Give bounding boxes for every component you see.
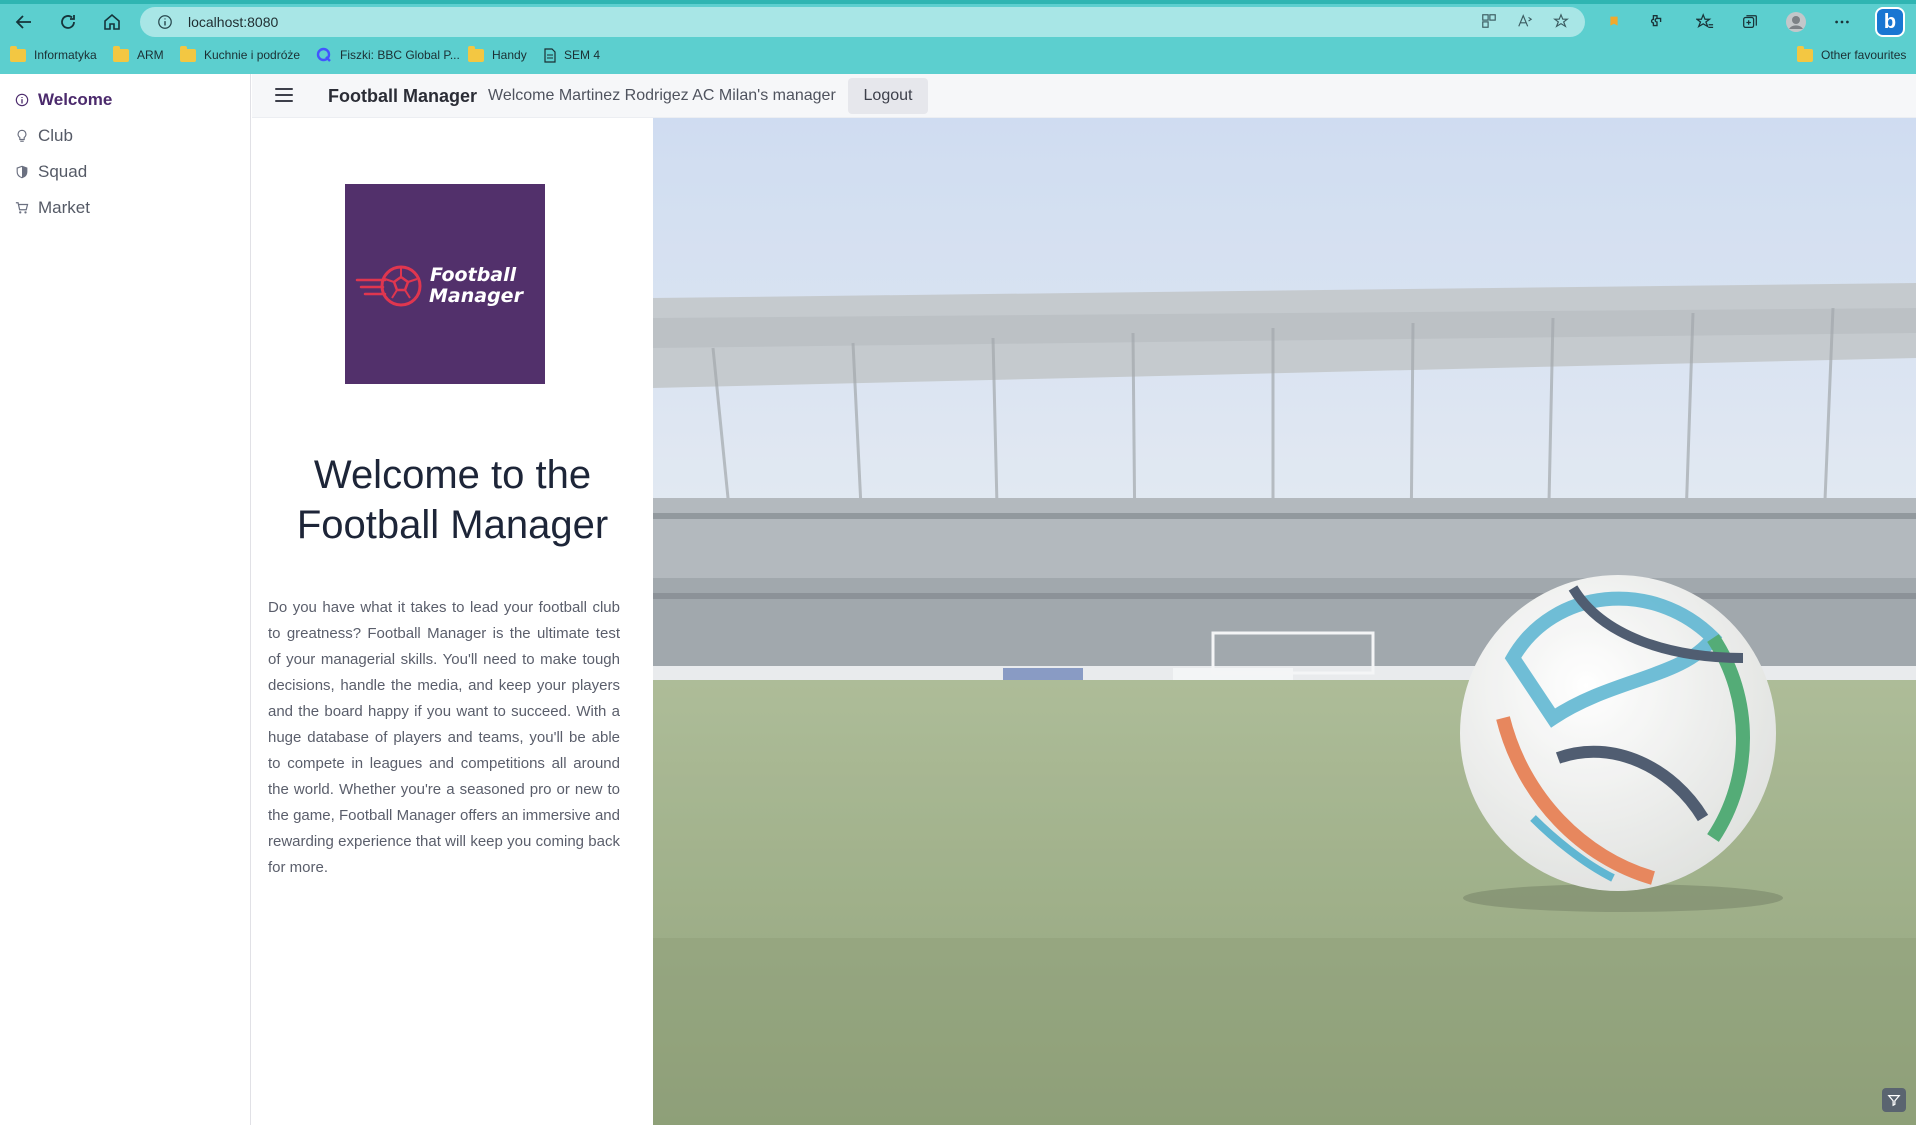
shield-icon xyxy=(14,164,30,180)
bookmark-label: Fiszki: BBC Global P... xyxy=(340,48,460,62)
other-favourites[interactable]: Other favourites xyxy=(1797,44,1906,66)
bookmark-label: Informatyka xyxy=(34,48,97,62)
tab-strip-edge xyxy=(0,0,1916,4)
bookmark-fiszki[interactable]: Fiszki: BBC Global P... xyxy=(316,44,460,66)
refresh-button[interactable] xyxy=(55,9,81,35)
bookmark-label: Other favourites xyxy=(1821,48,1907,62)
sidebar-item-welcome[interactable]: Welcome xyxy=(14,88,112,112)
folder-icon xyxy=(113,45,129,62)
info-icon xyxy=(14,92,30,108)
sidebar: Welcome Club Squad Market xyxy=(0,74,251,1125)
lightbulb-icon xyxy=(14,128,30,144)
app-header: Football Manager Welcome Martinez Rodrig… xyxy=(252,74,1916,118)
sidebar-item-label: Squad xyxy=(38,162,88,181)
home-icon xyxy=(104,13,120,30)
bookmark-label: Kuchnie i podróże xyxy=(204,48,301,62)
bookmark-handy[interactable]: Handy xyxy=(468,44,527,66)
site-info-icon[interactable] xyxy=(156,13,174,31)
back-button[interactable] xyxy=(11,9,37,35)
browser-toolbar: localhost:8080 b Informatyka ARM Kuchnie… xyxy=(0,0,1916,74)
football-manager-logo: Football Manager xyxy=(345,184,545,384)
refresh-icon xyxy=(61,15,75,29)
logout-button[interactable]: Logout xyxy=(848,78,928,114)
address-bar[interactable]: localhost:8080 xyxy=(140,7,1585,37)
welcome-message: Welcome Martinez Rodrigez AC Milan's man… xyxy=(488,87,836,104)
sidebar-item-label: Market xyxy=(38,198,90,217)
folder-icon xyxy=(1797,45,1813,62)
logo-text-line2: Manager xyxy=(429,285,525,307)
filter-icon[interactable] xyxy=(1882,1088,1906,1112)
sidebar-item-club[interactable]: Club xyxy=(14,124,73,148)
menu-toggle-icon[interactable] xyxy=(274,86,294,104)
sidebar-item-squad[interactable]: Squad xyxy=(14,160,87,184)
bookmarks-bar: Informatyka ARM Kuchnie i podróże Fiszki… xyxy=(0,44,1916,66)
folder-icon xyxy=(468,45,484,62)
app-available-icon[interactable] xyxy=(1478,10,1500,32)
welcome-description: Do you have what it takes to lead your f… xyxy=(268,599,620,876)
bookmark-label: Handy xyxy=(492,48,527,62)
bookmark-label: ARM xyxy=(137,48,164,62)
folder-icon xyxy=(180,45,196,62)
app-root: Welcome Club Squad Market Football Manag… xyxy=(0,74,1916,1125)
app-title: Football Manager xyxy=(328,86,478,106)
more-options-icon[interactable] xyxy=(1830,10,1854,34)
url-text: localhost:8080 xyxy=(188,14,279,30)
page-icon xyxy=(544,47,556,63)
welcome-panel: Football Manager Welcome to the Football… xyxy=(252,118,653,1125)
favourites-icon[interactable] xyxy=(1693,10,1717,34)
sidebar-item-label: Welcome xyxy=(38,90,113,109)
quizlet-icon xyxy=(316,47,332,63)
profile-icon[interactable] xyxy=(1784,10,1808,34)
extensions-icon[interactable] xyxy=(1645,10,1669,34)
folder-icon xyxy=(10,45,26,62)
cart-icon xyxy=(14,200,30,216)
read-aloud-icon[interactable] xyxy=(1514,10,1536,32)
back-arrow-icon xyxy=(15,15,31,29)
logo-text-line1: Football xyxy=(430,264,517,286)
add-favourite-icon[interactable] xyxy=(1550,10,1572,32)
sidebar-item-market[interactable]: Market xyxy=(14,196,90,220)
collections-icon[interactable] xyxy=(1738,10,1762,34)
bookmark-arm[interactable]: ARM xyxy=(113,44,164,66)
home-button[interactable] xyxy=(99,9,125,35)
bookmark-informatyka[interactable]: Informatyka xyxy=(10,44,97,66)
bookmark-label: SEM 4 xyxy=(564,48,601,62)
bookmark-sem4[interactable]: SEM 4 xyxy=(544,44,600,66)
extension-badge-icon[interactable] xyxy=(1602,10,1626,34)
stadium-hero-image xyxy=(653,118,1916,1125)
sidebar-item-label: Club xyxy=(38,126,73,145)
copilot-icon[interactable]: b xyxy=(1875,7,1905,37)
welcome-heading: Welcome to the Football Manager xyxy=(296,453,609,547)
bookmark-kuchnie[interactable]: Kuchnie i podróże xyxy=(180,44,300,66)
soccer-ball-icon xyxy=(380,265,422,307)
